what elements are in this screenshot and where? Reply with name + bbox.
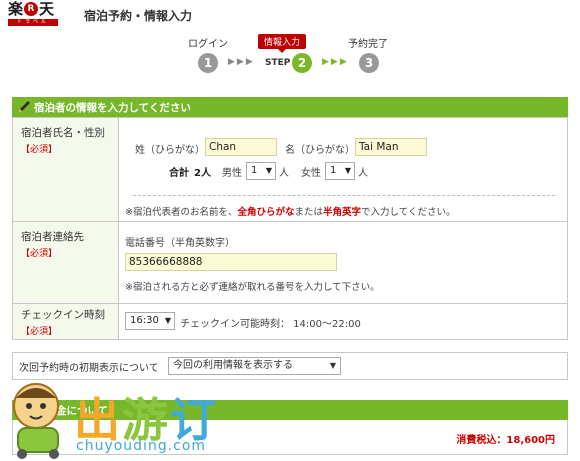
guest-name-note: ※宿泊代表者のお名前を、全角ひらがなまたは半角英字で入力してください。 [125,207,456,218]
contact-label-cell: 宿泊者連絡先 【必須】 [13,222,119,303]
step-1-circle: 1 [198,53,218,73]
guest-name-label: 宿泊者氏名・性別 [21,127,105,139]
logo-kanji-raku: 楽 [8,0,24,18]
logo-travel-bar: トラベル [8,19,58,26]
sei-input[interactable]: Chan [205,138,277,156]
male-unit: 人 [279,168,289,179]
divider [133,195,555,196]
chevron-down-icon: ▼ [265,166,272,175]
step-2-circle: 2 [292,53,312,73]
step-arrows-2: ▶▶▶ [322,57,349,67]
checkin-label: チェックイン時刻 [21,309,105,321]
logo-r-mark: R [24,2,39,16]
checkin-time-select[interactable]: 16:30 ▼ [125,312,175,330]
guest-name-row: 宿泊者氏名・性別 【必須】 姓（ひらがな） Chan 名（ひらがな） Tai M… [13,117,567,221]
male-count-value: 1 [251,165,258,176]
required-badge: 【必須】 [21,145,58,155]
mei-label: 名（ひらがな） [285,145,355,156]
rakuten-travel-logo[interactable]: 楽 R 天 トラベル [8,1,66,27]
section-title: 宿泊者の情報を入力してください [34,101,191,114]
section-header: 宿泊者の情報を入力してください [12,97,568,117]
required-badge: 【必須】 [21,249,58,259]
header: 楽 R 天 トラベル 宿泊予約・情報入力 [0,0,580,32]
page-title: 宿泊予約・情報入力 [84,9,193,23]
chevron-down-icon: ▼ [344,166,351,175]
phone-input[interactable]: 85366668888 [125,253,337,271]
checkin-time-value: 16:30 [130,315,159,326]
phone-label: 電話番号（半角英数字） [125,238,235,249]
progress-steps: ログイン 情報入力 予約完了 1 ▶▶▶ STEP 2 ▶▶▶ 3 [0,32,580,82]
step-3-circle: 3 [359,53,379,73]
contact-label: 宿泊者連絡先 [21,231,84,243]
female-count-select[interactable]: 1 ▼ [325,162,355,180]
step-login-label: ログイン [188,39,228,50]
step-arrows-1: ▶▶▶ [228,57,255,67]
total-value: 2人 [194,168,211,179]
contact-row: 宿泊者連絡先 【必須】 電話番号（半角英数字） 85366668888 ※宿泊さ… [13,221,567,303]
female-unit: 人 [358,168,368,179]
guest-name-cell: 姓（ひらがな） Chan 名（ひらがな） Tai Man 合計 2人 男性 1 … [119,118,567,221]
mascot-icon [13,383,59,459]
sei-label: 姓（ひらがな） [135,145,205,156]
checkin-cell: 16:30 ▼ チェックイン可能時刻： 14:00～22:00 [119,304,567,339]
guest-form: 宿泊者氏名・性別 【必須】 姓（ひらがな） Chan 名（ひらがな） Tai M… [12,117,568,340]
guest-name-label-cell: 宿泊者氏名・性別 【必須】 [13,118,119,221]
checkin-label-cell: チェックイン時刻 【必須】 [13,304,119,339]
female-label: 女性 [301,168,321,179]
step-current-label: 情報入力 [258,34,307,53]
male-count-select[interactable]: 1 ▼ [246,162,276,180]
female-count-value: 1 [330,165,337,176]
watermark: 出游订 chuyouding.com [0,368,240,461]
checkin-range: チェックイン可能時刻： 14:00～22:00 [180,319,361,330]
watermark-url: chuyouding.com [76,438,207,454]
total-price: 消費税込：18,600円 [456,435,555,446]
male-label: 男性 [222,168,242,179]
chevron-down-icon: ▼ [329,361,336,370]
logo-kanji-ten: 天 [39,0,55,18]
pen-icon [18,101,30,113]
chevron-down-icon: ▼ [164,316,171,325]
step-done-label: 予約完了 [348,39,388,50]
checkin-row: チェックイン時刻 【必須】 16:30 ▼ チェックイン可能時刻： 14:00～… [13,303,567,339]
required-badge: 【必須】 [21,327,58,337]
contact-note: ※宿泊される方と必ず連絡が取れる番号を入力して下さい。 [125,282,380,293]
step-word: STEP [265,58,291,68]
contact-cell: 電話番号（半角英数字） 85366668888 ※宿泊される方と必ず連絡が取れる… [119,222,567,303]
total-label: 合計 [169,168,189,179]
mei-input[interactable]: Tai Man [355,138,427,156]
